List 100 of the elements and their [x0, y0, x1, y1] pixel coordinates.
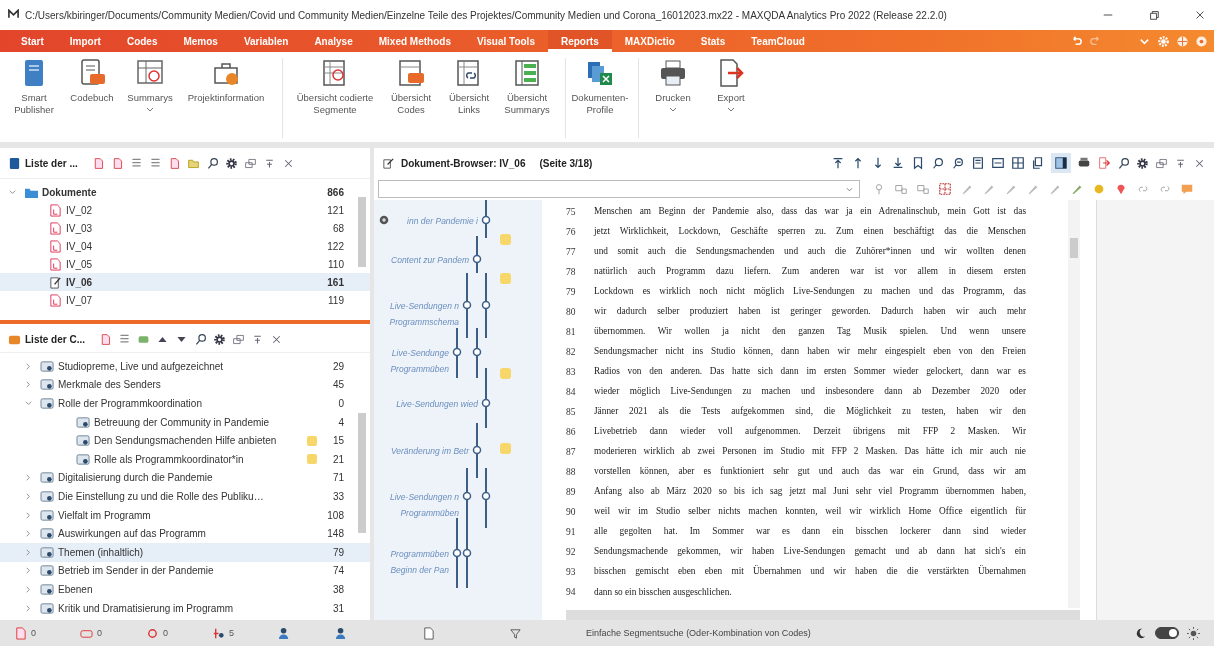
- ribbon-tab[interactable]: Mixed Methods: [365, 30, 464, 52]
- ribbon-button[interactable]: Projektinformation: [182, 58, 270, 138]
- ribbon-tab[interactable]: Memos: [170, 30, 231, 52]
- chevron-right-icon[interactable]: [24, 380, 33, 390]
- chevron-right-icon[interactable]: [24, 361, 33, 371]
- search-mode-status[interactable]: Einfache Segmentsuche (Oder-Kombination von Codes): [586, 628, 811, 638]
- document-icon[interactable]: [99, 332, 112, 346]
- pin-icon[interactable]: [212, 626, 226, 640]
- scrollbar[interactable]: [358, 413, 366, 533]
- export-icon[interactable]: [1097, 156, 1111, 170]
- chevron-right-icon[interactable]: [24, 547, 33, 557]
- list-icon[interactable]: [148, 156, 162, 170]
- tree-item[interactable]: IV_07 119: [0, 291, 370, 309]
- chevron-down-icon[interactable]: [24, 399, 33, 408]
- list-icon[interactable]: [129, 156, 143, 170]
- chevron-right-icon[interactable]: [24, 510, 33, 520]
- ribbon-button[interactable]: Übersicht Codes: [385, 58, 437, 138]
- list-icon[interactable]: [118, 332, 131, 346]
- zoom-out-icon[interactable]: [951, 156, 965, 170]
- chevron-right-icon[interactable]: [24, 529, 33, 539]
- ribbon-button[interactable]: Export: [705, 58, 757, 138]
- globe-icon[interactable]: [1176, 34, 1189, 48]
- arrow-bottom-icon[interactable]: [891, 156, 905, 170]
- close-icon[interactable]: [1194, 9, 1206, 21]
- ribbon-button[interactable]: Codebuch: [66, 58, 118, 138]
- search-icon[interactable]: [1117, 156, 1130, 170]
- settings-icon[interactable]: [378, 214, 390, 226]
- ribbon-button[interactable]: Übersicht codierte Segmente: [291, 58, 379, 138]
- tree-item[interactable]: IV_06 161: [0, 273, 370, 291]
- ribbon-tab[interactable]: Analyse: [301, 30, 366, 52]
- copy-icon[interactable]: [1031, 156, 1045, 170]
- search-icon[interactable]: [194, 332, 207, 346]
- code-tag-icon[interactable]: [894, 182, 908, 196]
- chevron-right-icon[interactable]: [24, 473, 33, 483]
- tree-item[interactable]: IV_02 121: [0, 201, 370, 219]
- tree-item[interactable]: IV_04 122: [0, 237, 370, 255]
- tree-item[interactable]: Digitalisierung durch die Pandemie 71: [0, 468, 370, 488]
- scrollbar[interactable]: [566, 610, 1080, 620]
- theme-toggle[interactable]: [1155, 627, 1179, 639]
- filter-icon[interactable]: [509, 626, 523, 640]
- ribbon-button[interactable]: Summarys: [124, 58, 176, 138]
- tree-item[interactable]: Vielfalt im Programm 108: [0, 505, 370, 525]
- tree-item[interactable]: Kritik und Dramatisierung im Programm 31: [0, 598, 370, 618]
- tree-item[interactable]: Die Einstellung zu und die Rolle des Publiku… 33: [0, 487, 370, 506]
- printer-icon[interactable]: [1077, 156, 1091, 170]
- grid-icon[interactable]: [1011, 156, 1025, 170]
- tree-item[interactable]: Dokumente 866: [0, 183, 370, 201]
- tree-item[interactable]: Studiopreme, Live und aufgezeichnet 29: [0, 357, 370, 376]
- code-icon[interactable]: [146, 626, 160, 640]
- zoom-in-icon[interactable]: [931, 156, 945, 170]
- bookmark-icon[interactable]: [911, 156, 925, 170]
- scrollbar[interactable]: [1068, 200, 1080, 608]
- tree-item[interactable]: IV_03 68: [0, 219, 370, 237]
- undo-icon[interactable]: [1070, 34, 1083, 48]
- settings-icon[interactable]: [1136, 156, 1149, 170]
- tree-item[interactable]: Rolle als Programmkoordinator*in 21: [0, 449, 370, 469]
- ribbon-button[interactable]: Übersicht Links: [443, 58, 495, 138]
- tree-item[interactable]: Auswirkungen auf das Programm 148: [0, 524, 370, 543]
- grid-icon[interactable]: [938, 182, 952, 196]
- window-icon[interactable]: [232, 332, 245, 346]
- document-icon[interactable]: [14, 626, 27, 640]
- tree-item[interactable]: Betrieb im Sender in der Pandemie 74: [0, 561, 370, 581]
- tree-item[interactable]: Merkmale des Senders 45: [0, 375, 370, 395]
- tree-item[interactable]: Betreuung der Community in Pandemie 4: [0, 412, 370, 432]
- ribbon-button[interactable]: Dokumenten-Profile: [574, 58, 626, 138]
- ribbon-tab[interactable]: Variablen: [230, 30, 302, 52]
- chevron-right-icon[interactable]: [24, 491, 33, 501]
- tree-item[interactable]: Rolle der Programmkoordination 0: [0, 394, 370, 413]
- search-icon[interactable]: [205, 156, 219, 170]
- scrollbar[interactable]: [358, 197, 366, 267]
- ribbon-button[interactable]: Drucken: [647, 58, 699, 138]
- settings-icon[interactable]: [224, 156, 238, 170]
- restore-icon[interactable]: [1148, 9, 1160, 21]
- page-icon[interactable]: [971, 156, 985, 170]
- emoticon-icon[interactable]: [1092, 182, 1106, 196]
- chevron-right-icon[interactable]: [24, 584, 33, 594]
- window-icon[interactable]: [1155, 156, 1168, 170]
- code-search-field[interactable]: [378, 180, 860, 198]
- window-icon[interactable]: [243, 156, 257, 170]
- tree-item[interactable]: IV_05 110: [0, 255, 370, 273]
- chevron-right-icon[interactable]: [24, 603, 33, 613]
- panel-toggle-icon[interactable]: [1051, 153, 1071, 173]
- ribbon-tab[interactable]: Start: [8, 30, 57, 52]
- settings-icon[interactable]: [213, 332, 226, 346]
- ribbon-tab[interactable]: Codes: [113, 30, 171, 52]
- tree-item[interactable]: Themen (inhaltlich) 79: [0, 542, 370, 562]
- chevron-down-icon[interactable]: [8, 187, 17, 197]
- comment-icon[interactable]: [1180, 182, 1194, 196]
- tree-item[interactable]: Den Sendungsmachenden Hilfe anbieten 15: [0, 431, 370, 450]
- ribbon-button[interactable]: Smart Publisher: [8, 58, 60, 138]
- ribbon-button[interactable]: Übersicht Summarys: [501, 58, 553, 138]
- tree-item[interactable]: Ebenen 38: [0, 580, 370, 599]
- ribbon-tab[interactable]: Reports: [547, 30, 612, 52]
- width-icon[interactable]: [991, 156, 1005, 170]
- help-icon[interactable]: [1195, 34, 1208, 48]
- chevron-right-icon[interactable]: [24, 566, 33, 576]
- ribbon-tab[interactable]: Import: [56, 30, 114, 52]
- code-tag-icon[interactable]: [916, 182, 930, 196]
- arrow-top-icon[interactable]: [831, 156, 845, 170]
- document-icon[interactable]: [422, 626, 436, 640]
